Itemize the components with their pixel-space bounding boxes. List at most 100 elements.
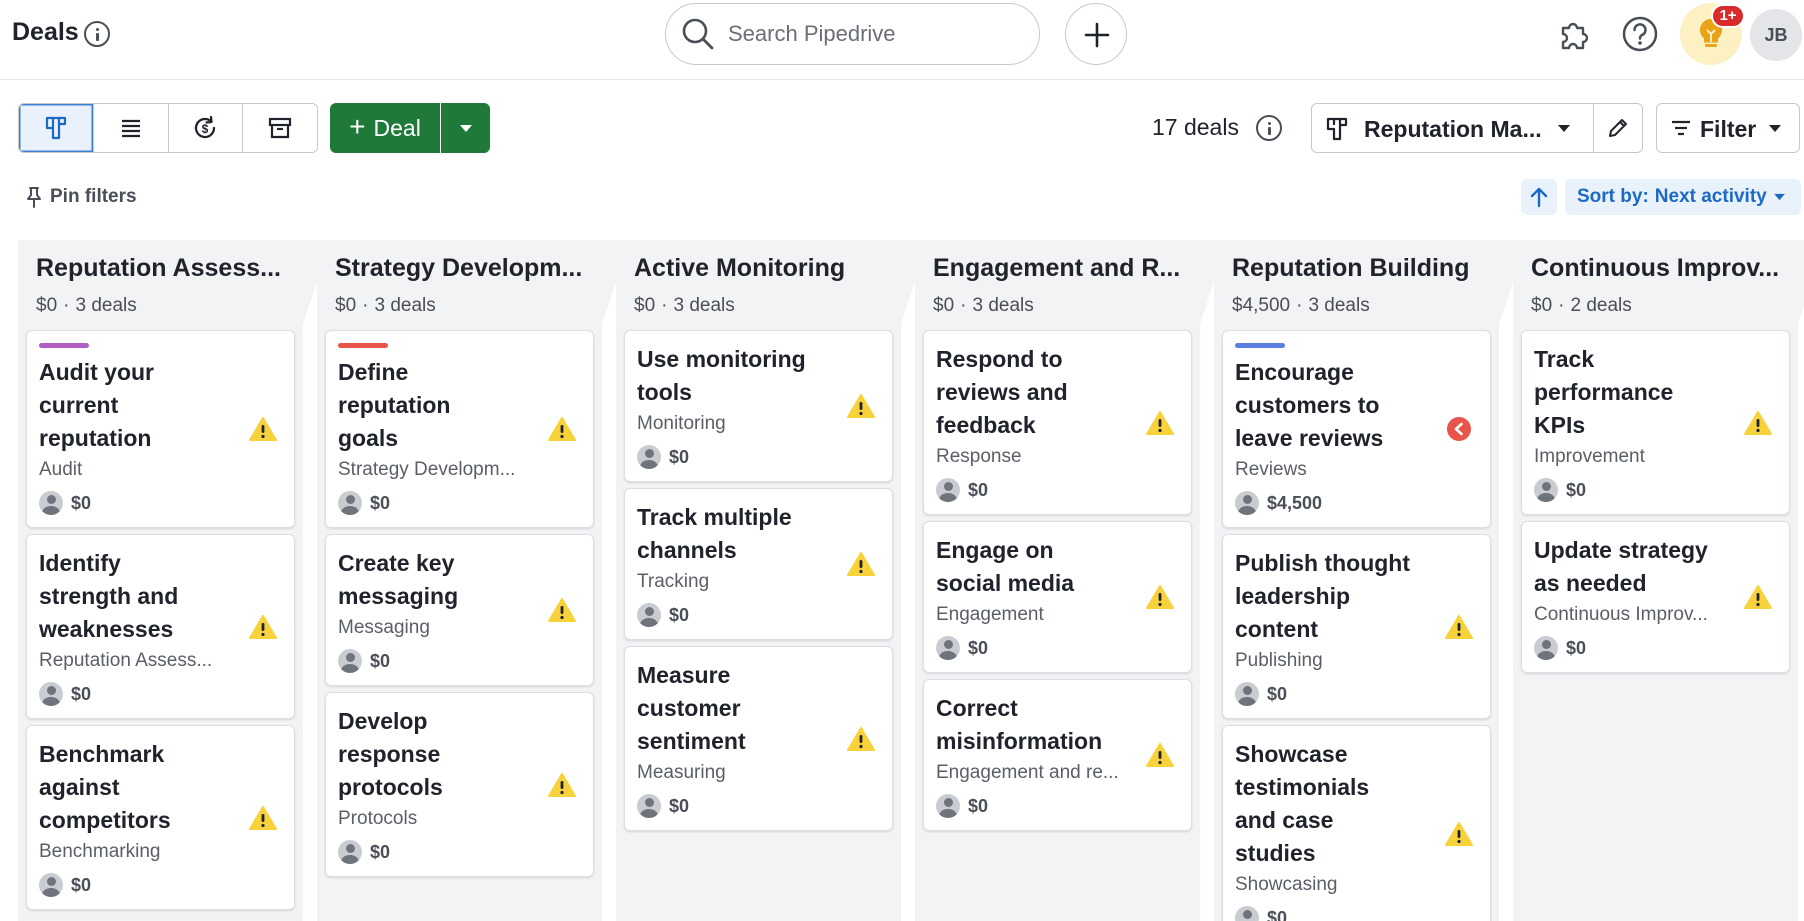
forecast-view-button[interactable]: $ xyxy=(168,104,244,152)
warning-icon[interactable] xyxy=(847,726,875,752)
deal-organization: Engagement and re... xyxy=(936,762,1119,783)
pipeline-stage: Active Monitoring $0 · 3 deals Use monitorin… xyxy=(616,240,915,921)
stage-card-list: Track performance KPIs Improvement $0 Updat… xyxy=(1513,330,1798,673)
warning-icon[interactable] xyxy=(249,416,277,442)
pencil-icon xyxy=(1609,119,1627,137)
overdue-icon[interactable] xyxy=(1445,416,1473,442)
info-icon[interactable] xyxy=(84,21,110,47)
pipeline-board: Reputation Assess... $0 · 3 deals Audit your… xyxy=(18,240,1804,921)
person-icon xyxy=(39,873,63,897)
deal-title: Measure customer sentiment xyxy=(637,662,746,754)
stage-header[interactable]: Reputation Building $4,500 · 3 deals xyxy=(1214,240,1499,330)
warning-icon[interactable] xyxy=(847,551,875,577)
deal-footer: $0 xyxy=(637,794,812,818)
stage-name: Reputation Assess... xyxy=(36,254,281,282)
deal-card[interactable]: Showcase testimonials and case studies Sh… xyxy=(1222,725,1491,921)
deal-organization: Protocols xyxy=(338,808,418,829)
info-icon[interactable] xyxy=(1256,115,1282,141)
deal-card[interactable]: Create key messaging Messaging $0 xyxy=(325,534,594,686)
stage-header[interactable]: Continuous Improv... $0 · 2 deals xyxy=(1513,240,1798,330)
deal-card[interactable]: Benchmark against competitors Benchmarkin… xyxy=(26,725,295,910)
list-view-button[interactable] xyxy=(93,104,169,152)
deal-card[interactable]: Engage on social media Engagement $0 xyxy=(923,521,1192,673)
warning-icon[interactable] xyxy=(1146,410,1174,436)
deal-footer: $0 xyxy=(1534,636,1709,660)
deal-footer: $0 xyxy=(338,491,513,515)
deal-title: Develop response protocols xyxy=(338,708,443,800)
deal-title: Use monitoring tools xyxy=(637,346,806,405)
warning-icon[interactable] xyxy=(548,597,576,623)
person-icon xyxy=(1235,682,1259,706)
deal-organization: Reputation Assess... xyxy=(39,650,213,671)
add-deal-button[interactable]: + Deal xyxy=(330,103,440,153)
deal-card[interactable]: Encourage customers to leave reviews Revi… xyxy=(1222,330,1491,528)
list-icon xyxy=(121,119,140,138)
user-avatar[interactable]: JB xyxy=(1750,9,1802,61)
warning-icon[interactable] xyxy=(249,614,277,640)
deal-organization: Benchmarking xyxy=(39,841,161,862)
deal-footer: $0 xyxy=(338,649,513,673)
stage-summary: $0 · 3 deals xyxy=(933,295,1184,317)
deal-title: Respond to reviews and feedback xyxy=(936,346,1068,438)
warning-icon[interactable] xyxy=(1146,584,1174,610)
deal-organization: Publishing xyxy=(1235,650,1323,671)
warning-icon[interactable] xyxy=(1146,742,1174,768)
plus-icon: + xyxy=(349,110,366,142)
separator-dot: · xyxy=(1296,295,1303,316)
puzzle-icon[interactable] xyxy=(1554,14,1594,54)
warning-icon[interactable] xyxy=(548,772,576,798)
stage-header[interactable]: Active Monitoring $0 · 3 deals xyxy=(616,240,901,330)
deal-card[interactable]: Track performance KPIs Improvement $0 xyxy=(1521,330,1790,515)
deal-card[interactable]: Identify strength and weaknesses Reputati… xyxy=(26,534,295,719)
deal-card[interactable]: Use monitoring tools Monitoring $0 xyxy=(624,330,893,482)
stage-deal-count: 3 deals xyxy=(1308,295,1370,316)
deal-footer: $0 xyxy=(338,840,513,864)
help-icon[interactable] xyxy=(1620,14,1660,54)
deal-title: Identify strength and weaknesses xyxy=(39,550,179,642)
stage-header[interactable]: Engagement and R... $0 · 3 deals xyxy=(915,240,1200,330)
warning-icon[interactable] xyxy=(1445,614,1473,640)
sort-direction-button[interactable] xyxy=(1521,179,1557,215)
sort-by-button[interactable]: Sort by: Next activity xyxy=(1565,179,1801,215)
edit-pipeline-button[interactable] xyxy=(1593,103,1643,153)
deal-card[interactable]: Audit your current reputation Audit $0 xyxy=(26,330,295,528)
warning-icon[interactable] xyxy=(548,416,576,442)
warning-icon[interactable] xyxy=(1445,821,1473,847)
add-deal-menu-button[interactable] xyxy=(441,103,490,153)
deal-card[interactable]: Develop response protocols Protocols $0 xyxy=(325,692,594,877)
deal-card[interactable]: Respond to reviews and feedback Response $… xyxy=(923,330,1192,515)
stage-deal-count: 3 deals xyxy=(374,295,436,316)
search-box[interactable] xyxy=(665,3,1040,65)
warning-icon[interactable] xyxy=(249,805,277,831)
stage-value: $4,500 xyxy=(1232,295,1291,316)
archive-view-button[interactable] xyxy=(243,104,317,152)
filter-icon xyxy=(1672,120,1690,136)
person-icon xyxy=(39,682,63,706)
pipeline-stage: Continuous Improv... $0 · 2 deals Track perf… xyxy=(1513,240,1804,921)
deal-title: Benchmark against competitors xyxy=(39,741,171,833)
warning-icon[interactable] xyxy=(1744,410,1772,436)
person-icon xyxy=(338,649,362,673)
deal-organization: Improvement xyxy=(1534,446,1645,467)
deal-footer: $0 xyxy=(936,478,1111,502)
filter-button[interactable]: Filter xyxy=(1656,103,1800,153)
deal-card[interactable]: Measure customer sentiment Measuring $0 xyxy=(624,646,893,831)
caret-down-icon xyxy=(1773,193,1785,201)
deal-card[interactable]: Define reputation goals Strategy Developm… xyxy=(325,330,594,528)
deal-card[interactable]: Correct misinformation Engagement and re.… xyxy=(923,679,1192,831)
deal-card[interactable]: Track multiple channels Tracking $0 xyxy=(624,488,893,640)
pipeline-view-button[interactable] xyxy=(19,104,94,152)
stage-header[interactable]: Strategy Developm... $0 · 3 deals xyxy=(317,240,602,330)
pipeline-selector[interactable]: Reputation Ma... xyxy=(1311,103,1594,153)
deal-card[interactable]: Update strategy as needed Continuous Impr… xyxy=(1521,521,1790,673)
warning-icon[interactable] xyxy=(847,393,875,419)
deal-card[interactable]: Publish thought leadership content Publis… xyxy=(1222,534,1491,719)
search-input[interactable] xyxy=(728,20,1018,48)
deal-organization: Response xyxy=(936,446,1022,467)
pipeline-name: Reputation Ma... xyxy=(1364,116,1542,142)
stage-header[interactable]: Reputation Assess... $0 · 3 deals xyxy=(18,240,303,330)
quick-add-button[interactable] xyxy=(1065,3,1127,65)
warning-icon[interactable] xyxy=(1744,584,1772,610)
pin-filters-button[interactable]: Pin filters xyxy=(26,184,137,210)
deal-value: $0 xyxy=(669,446,690,467)
